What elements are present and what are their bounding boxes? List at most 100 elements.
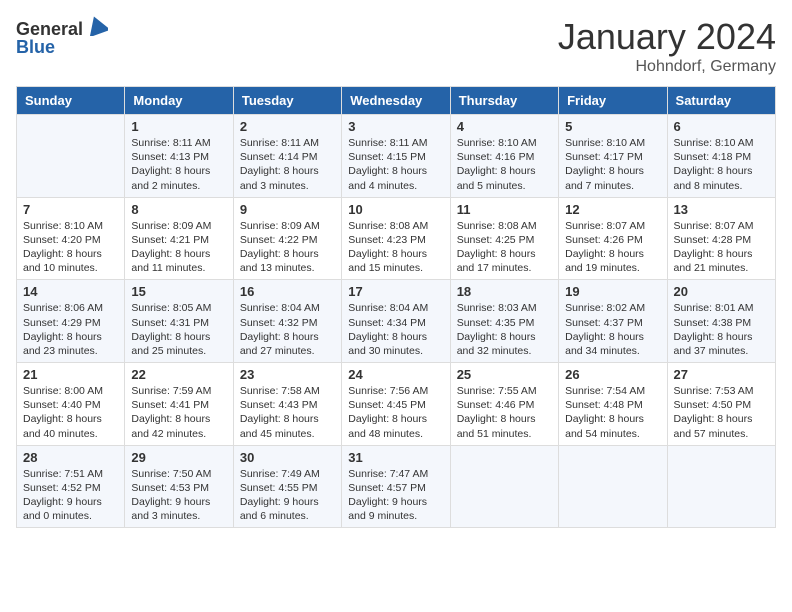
sunrise-text: Sunrise: 7:58 AM	[240, 384, 335, 398]
page-title: January 2024	[558, 16, 776, 58]
sunrise-text: Sunrise: 8:08 AM	[457, 219, 552, 233]
daylight-text: Daylight: 8 hours and 2 minutes.	[131, 164, 226, 192]
calendar-week-3: 14Sunrise: 8:06 AMSunset: 4:29 PMDayligh…	[17, 280, 776, 363]
day-info: Sunrise: 8:07 AMSunset: 4:28 PMDaylight:…	[674, 219, 769, 276]
daylight-text: Daylight: 8 hours and 7 minutes.	[565, 164, 660, 192]
table-row: 23Sunrise: 7:58 AMSunset: 4:43 PMDayligh…	[233, 363, 341, 446]
daylight-text: Daylight: 8 hours and 8 minutes.	[674, 164, 769, 192]
table-row	[559, 445, 667, 528]
sunrise-text: Sunrise: 8:04 AM	[348, 301, 443, 315]
day-info: Sunrise: 7:51 AMSunset: 4:52 PMDaylight:…	[23, 467, 118, 524]
sunset-text: Sunset: 4:23 PM	[348, 233, 443, 247]
day-number: 15	[131, 284, 226, 299]
day-info: Sunrise: 8:02 AMSunset: 4:37 PMDaylight:…	[565, 301, 660, 358]
sunset-text: Sunset: 4:41 PM	[131, 398, 226, 412]
daylight-text: Daylight: 9 hours and 6 minutes.	[240, 495, 335, 523]
day-number: 5	[565, 119, 660, 134]
table-row: 1Sunrise: 8:11 AMSunset: 4:13 PMDaylight…	[125, 115, 233, 198]
sunset-text: Sunset: 4:35 PM	[457, 316, 552, 330]
sunset-text: Sunset: 4:13 PM	[131, 150, 226, 164]
table-row: 2Sunrise: 8:11 AMSunset: 4:14 PMDaylight…	[233, 115, 341, 198]
sunset-text: Sunset: 4:37 PM	[565, 316, 660, 330]
table-row: 17 Sunrise: 8:04 AMSunset: 4:34 PMDayligh…	[342, 280, 450, 363]
day-number: 24	[348, 367, 443, 382]
sunset-text: Sunset: 4:31 PM	[131, 316, 226, 330]
day-info: Sunrise: 8:10 AMSunset: 4:16 PMDaylight:…	[457, 136, 552, 193]
sunrise-text: Sunrise: 7:51 AM	[23, 467, 118, 481]
day-number: 10	[348, 202, 443, 217]
day-info: Sunrise: 7:49 AMSunset: 4:55 PMDaylight:…	[240, 467, 335, 524]
daylight-text: Daylight: 8 hours and 17 minutes.	[457, 247, 552, 275]
day-info: Sunrise: 8:08 AMSunset: 4:25 PMDaylight:…	[457, 219, 552, 276]
day-number: 12	[565, 202, 660, 217]
calendar-table: Sunday Monday Tuesday Wednesday Thursday…	[16, 86, 776, 528]
calendar-header-row: Sunday Monday Tuesday Wednesday Thursday…	[17, 87, 776, 115]
day-info: Sunrise: 7:56 AMSunset: 4:45 PMDaylight:…	[348, 384, 443, 441]
logo: General Blue	[16, 16, 108, 58]
day-number: 3	[348, 119, 443, 134]
table-row: 11Sunrise: 8:08 AMSunset: 4:25 PMDayligh…	[450, 197, 558, 280]
sunrise-text: Sunrise: 8:11 AM	[131, 136, 226, 150]
daylight-text: Daylight: 8 hours and 51 minutes.	[457, 412, 552, 440]
day-number: 20	[674, 284, 769, 299]
table-row: 19Sunrise: 8:02 AMSunset: 4:37 PMDayligh…	[559, 280, 667, 363]
sunset-text: Sunset: 4:18 PM	[674, 150, 769, 164]
daylight-text: Daylight: 8 hours and 15 minutes.	[348, 247, 443, 275]
sunset-text: Sunset: 4:43 PM	[240, 398, 335, 412]
daylight-text: Daylight: 8 hours and 10 minutes.	[23, 247, 118, 275]
day-info: Sunrise: 8:04 AMSunset: 4:32 PMDaylight:…	[240, 301, 335, 358]
day-info: Sunrise: 8:00 AMSunset: 4:40 PMDaylight:…	[23, 384, 118, 441]
sunrise-text: Sunrise: 8:03 AM	[457, 301, 552, 315]
day-number: 21	[23, 367, 118, 382]
sunrise-text: Sunrise: 7:53 AM	[674, 384, 769, 398]
day-number: 6	[674, 119, 769, 134]
table-row: 15Sunrise: 8:05 AMSunset: 4:31 PMDayligh…	[125, 280, 233, 363]
daylight-text: Daylight: 8 hours and 54 minutes.	[565, 412, 660, 440]
day-number: 7	[23, 202, 118, 217]
daylight-text: Daylight: 8 hours and 3 minutes.	[240, 164, 335, 192]
day-number: 22	[131, 367, 226, 382]
sunrise-text: Sunrise: 8:08 AM	[348, 219, 443, 233]
table-row: 8Sunrise: 8:09 AMSunset: 4:21 PMDaylight…	[125, 197, 233, 280]
day-info: Sunrise: 7:58 AMSunset: 4:43 PMDaylight:…	[240, 384, 335, 441]
daylight-text: Daylight: 8 hours and 4 minutes.	[348, 164, 443, 192]
table-row	[450, 445, 558, 528]
daylight-text: Daylight: 8 hours and 13 minutes.	[240, 247, 335, 275]
sunset-text: Sunset: 4:38 PM	[674, 316, 769, 330]
table-row: 4Sunrise: 8:10 AMSunset: 4:16 PMDaylight…	[450, 115, 558, 198]
table-row: 13Sunrise: 8:07 AMSunset: 4:28 PMDayligh…	[667, 197, 775, 280]
day-info: Sunrise: 8:01 AMSunset: 4:38 PMDaylight:…	[674, 301, 769, 358]
table-row: 26Sunrise: 7:54 AMSunset: 4:48 PMDayligh…	[559, 363, 667, 446]
daylight-text: Daylight: 8 hours and 5 minutes.	[457, 164, 552, 192]
table-row: 21 Sunrise: 8:00 AMSunset: 4:40 PMDayligh…	[17, 363, 125, 446]
day-number: 17	[348, 284, 443, 299]
sunset-text: Sunset: 4:21 PM	[131, 233, 226, 247]
day-info: Sunrise: 7:55 AMSunset: 4:46 PMDaylight:…	[457, 384, 552, 441]
page-subtitle: Hohndorf, Germany	[558, 58, 776, 76]
sunset-text: Sunset: 4:29 PM	[23, 316, 118, 330]
daylight-text: Daylight: 9 hours and 3 minutes.	[131, 495, 226, 523]
daylight-text: Daylight: 8 hours and 30 minutes.	[348, 330, 443, 358]
table-row: 5Sunrise: 8:10 AMSunset: 4:17 PMDaylight…	[559, 115, 667, 198]
sunrise-text: Sunrise: 8:11 AM	[348, 136, 443, 150]
sunrise-text: Sunrise: 8:05 AM	[131, 301, 226, 315]
sunset-text: Sunset: 4:16 PM	[457, 150, 552, 164]
daylight-text: Daylight: 9 hours and 0 minutes.	[23, 495, 118, 523]
table-row: 18Sunrise: 8:03 AMSunset: 4:35 PMDayligh…	[450, 280, 558, 363]
day-number: 31	[348, 450, 443, 465]
day-info: Sunrise: 8:04 AMSunset: 4:34 PMDaylight:…	[348, 301, 443, 358]
table-row: 16Sunrise: 8:04 AMSunset: 4:32 PMDayligh…	[233, 280, 341, 363]
table-row: 27Sunrise: 7:53 AMSunset: 4:50 PMDayligh…	[667, 363, 775, 446]
sunrise-text: Sunrise: 7:56 AM	[348, 384, 443, 398]
day-number: 2	[240, 119, 335, 134]
sunrise-text: Sunrise: 7:59 AM	[131, 384, 226, 398]
page-header: General Blue January 2024 Hohndorf, Germ…	[16, 16, 776, 76]
sunrise-text: Sunrise: 8:10 AM	[565, 136, 660, 150]
sunset-text: Sunset: 4:26 PM	[565, 233, 660, 247]
sunset-text: Sunset: 4:22 PM	[240, 233, 335, 247]
logo-bird-icon	[86, 14, 108, 36]
col-friday: Friday	[559, 87, 667, 115]
sunset-text: Sunset: 4:28 PM	[674, 233, 769, 247]
table-row	[17, 115, 125, 198]
sunrise-text: Sunrise: 8:07 AM	[674, 219, 769, 233]
